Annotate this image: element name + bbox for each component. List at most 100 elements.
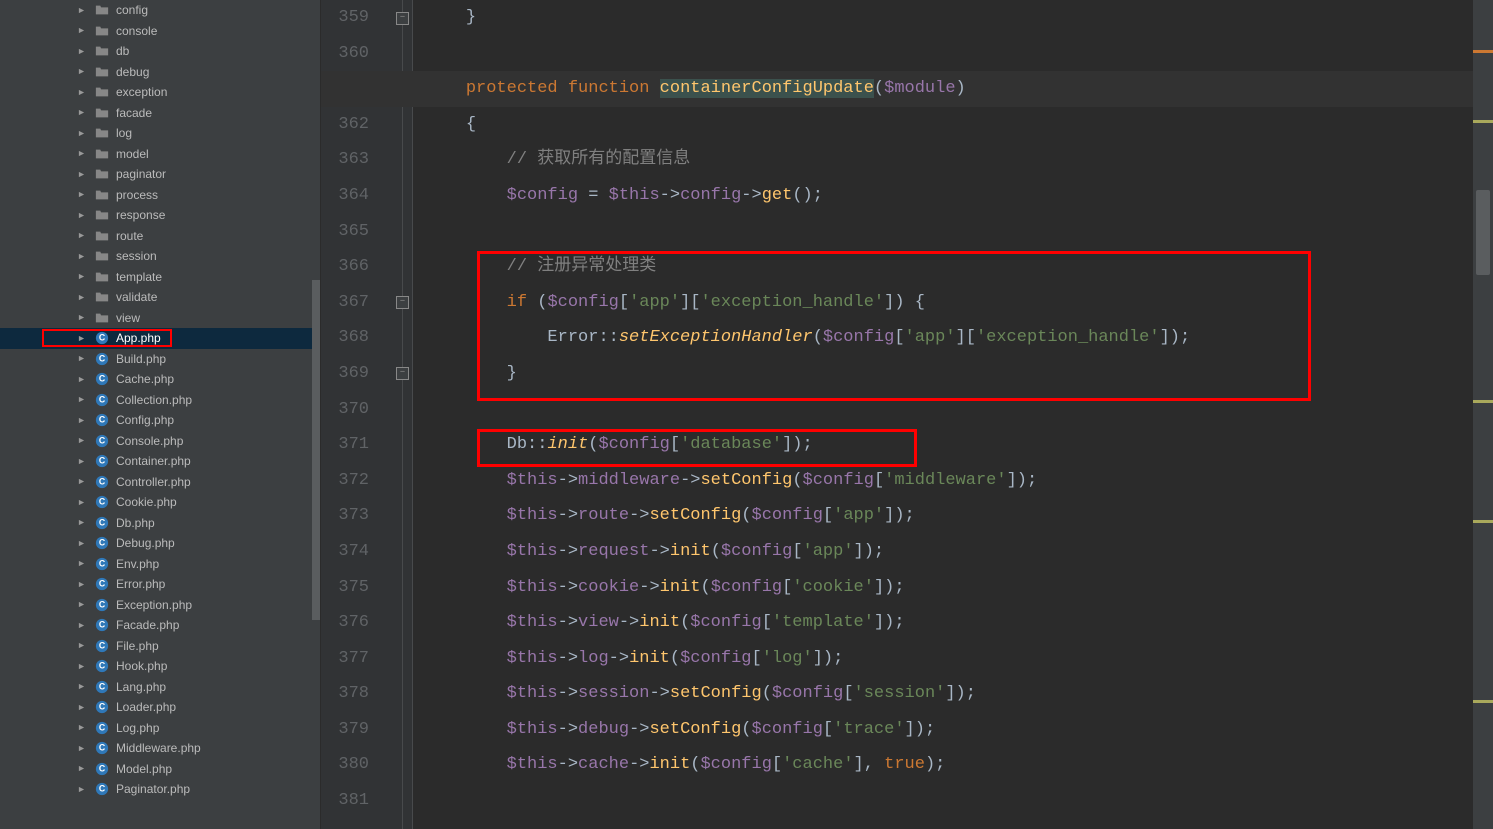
tree-file[interactable]: CConfig.php (0, 410, 320, 431)
expand-icon[interactable] (78, 745, 88, 752)
expand-icon[interactable] (78, 560, 88, 567)
tree-file[interactable]: CLog.php (0, 718, 320, 739)
expand-icon[interactable] (78, 314, 88, 321)
tree-folder[interactable]: response (0, 205, 320, 226)
tree-file[interactable]: CConsole.php (0, 431, 320, 452)
expand-icon[interactable] (78, 376, 88, 383)
tree-folder[interactable]: session (0, 246, 320, 267)
tree-folder[interactable]: route (0, 226, 320, 247)
tree-file[interactable]: CModel.php (0, 759, 320, 780)
expand-icon[interactable] (78, 89, 88, 96)
expand-icon[interactable] (78, 478, 88, 485)
tree-folder[interactable]: process (0, 185, 320, 206)
expand-icon[interactable] (78, 683, 88, 690)
expand-icon[interactable] (78, 273, 88, 280)
tree-folder[interactable]: console (0, 21, 320, 42)
expand-icon[interactable] (78, 724, 88, 731)
tree-file[interactable]: CError.php (0, 574, 320, 595)
tree-folder[interactable]: config (0, 0, 320, 21)
editor-scrollbar[interactable] (1473, 0, 1493, 829)
expand-icon[interactable] (78, 253, 88, 260)
tree-file[interactable]: CFile.php (0, 636, 320, 657)
tree-file[interactable]: CCache.php (0, 369, 320, 390)
tree-file[interactable]: CLoader.php (0, 697, 320, 718)
project-tree-sidebar[interactable]: configconsole db debug exception facadelogmo… (0, 0, 321, 829)
tree-file[interactable]: CCookie.php (0, 492, 320, 513)
tree-folder[interactable]: db (0, 41, 320, 62)
tree-folder[interactable]: template (0, 267, 320, 288)
expand-icon[interactable] (78, 601, 88, 608)
expand-icon[interactable] (78, 7, 88, 14)
tree-label: Debug.php (116, 536, 175, 550)
expand-icon[interactable] (78, 581, 88, 588)
tree-folder[interactable]: model (0, 144, 320, 165)
expand-icon[interactable] (78, 232, 88, 239)
tree-folder[interactable]: view (0, 308, 320, 329)
line-number: 379 (321, 712, 369, 748)
expand-icon[interactable] (78, 27, 88, 34)
tree-file[interactable]: CDebug.php (0, 533, 320, 554)
expand-icon[interactable] (78, 519, 88, 526)
expand-icon[interactable] (78, 294, 88, 301)
tree-folder[interactable]: log (0, 123, 320, 144)
expand-icon[interactable] (78, 191, 88, 198)
expand-icon[interactable] (78, 150, 88, 157)
tree-file[interactable]: CFacade.php (0, 615, 320, 636)
expand-icon[interactable] (78, 212, 88, 219)
expand-icon[interactable] (78, 458, 88, 465)
expand-icon[interactable] (78, 109, 88, 116)
tree-label: Build.php (116, 352, 166, 366)
expand-icon[interactable] (78, 765, 88, 772)
fold-column[interactable]: – – – – (393, 0, 413, 829)
tree-file[interactable]: CDb.php (0, 513, 320, 534)
expand-icon[interactable] (78, 786, 88, 793)
tree-file[interactable]: CException.php (0, 595, 320, 616)
tree-file[interactable]: CApp.php (0, 328, 320, 349)
expand-icon[interactable] (78, 622, 88, 629)
fold-start-icon[interactable]: – (396, 296, 409, 309)
tree-label: exception (116, 85, 167, 99)
tree-folder[interactable]: exception (0, 82, 320, 103)
expand-icon[interactable] (78, 499, 88, 506)
svg-text:C: C (99, 394, 106, 404)
code-brace: { (466, 115, 476, 134)
sidebar-scrollbar[interactable] (312, 280, 320, 620)
tree-file[interactable]: CLang.php (0, 677, 320, 698)
line-number: 377 (321, 641, 369, 677)
svg-text:C: C (99, 579, 106, 589)
tree-file[interactable]: CBuild.php (0, 349, 320, 370)
keyword-if: if (507, 293, 527, 312)
tree-file[interactable]: CEnv.php (0, 554, 320, 575)
tree-label: db (116, 44, 129, 58)
tree-file[interactable]: CContainer.php (0, 451, 320, 472)
expand-icon[interactable] (78, 417, 88, 424)
expand-icon[interactable] (78, 540, 88, 547)
tree-file[interactable]: CMiddleware.php (0, 738, 320, 759)
scrollbar-thumb[interactable] (1476, 190, 1490, 275)
expand-icon[interactable] (78, 48, 88, 55)
expand-icon[interactable] (78, 704, 88, 711)
expand-icon[interactable] (78, 355, 88, 362)
code-editor[interactable]: 3593603613623633643653663673683693703713… (321, 0, 1493, 829)
tree-folder[interactable]: facade (0, 103, 320, 124)
line-number: 365 (321, 214, 369, 250)
tree-file[interactable]: CHook.php (0, 656, 320, 677)
tree-file[interactable]: CPaginator.php (0, 779, 320, 800)
tree-folder[interactable]: validate (0, 287, 320, 308)
expand-icon[interactable] (78, 130, 88, 137)
expand-icon[interactable] (78, 663, 88, 670)
expand-icon[interactable] (78, 396, 88, 403)
expand-icon[interactable] (78, 335, 88, 342)
tree-folder[interactable]: debug (0, 62, 320, 83)
line-number: 375 (321, 570, 369, 606)
fold-end-icon[interactable]: – (396, 367, 409, 380)
expand-icon[interactable] (78, 171, 88, 178)
code-area[interactable]: } protected function containerConfigUpda… (413, 0, 1473, 829)
tree-folder[interactable]: paginator (0, 164, 320, 185)
expand-icon[interactable] (78, 68, 88, 75)
fold-end-icon[interactable]: – (396, 12, 409, 25)
expand-icon[interactable] (78, 437, 88, 444)
tree-file[interactable]: CController.php (0, 472, 320, 493)
tree-file[interactable]: CCollection.php (0, 390, 320, 411)
expand-icon[interactable] (78, 642, 88, 649)
